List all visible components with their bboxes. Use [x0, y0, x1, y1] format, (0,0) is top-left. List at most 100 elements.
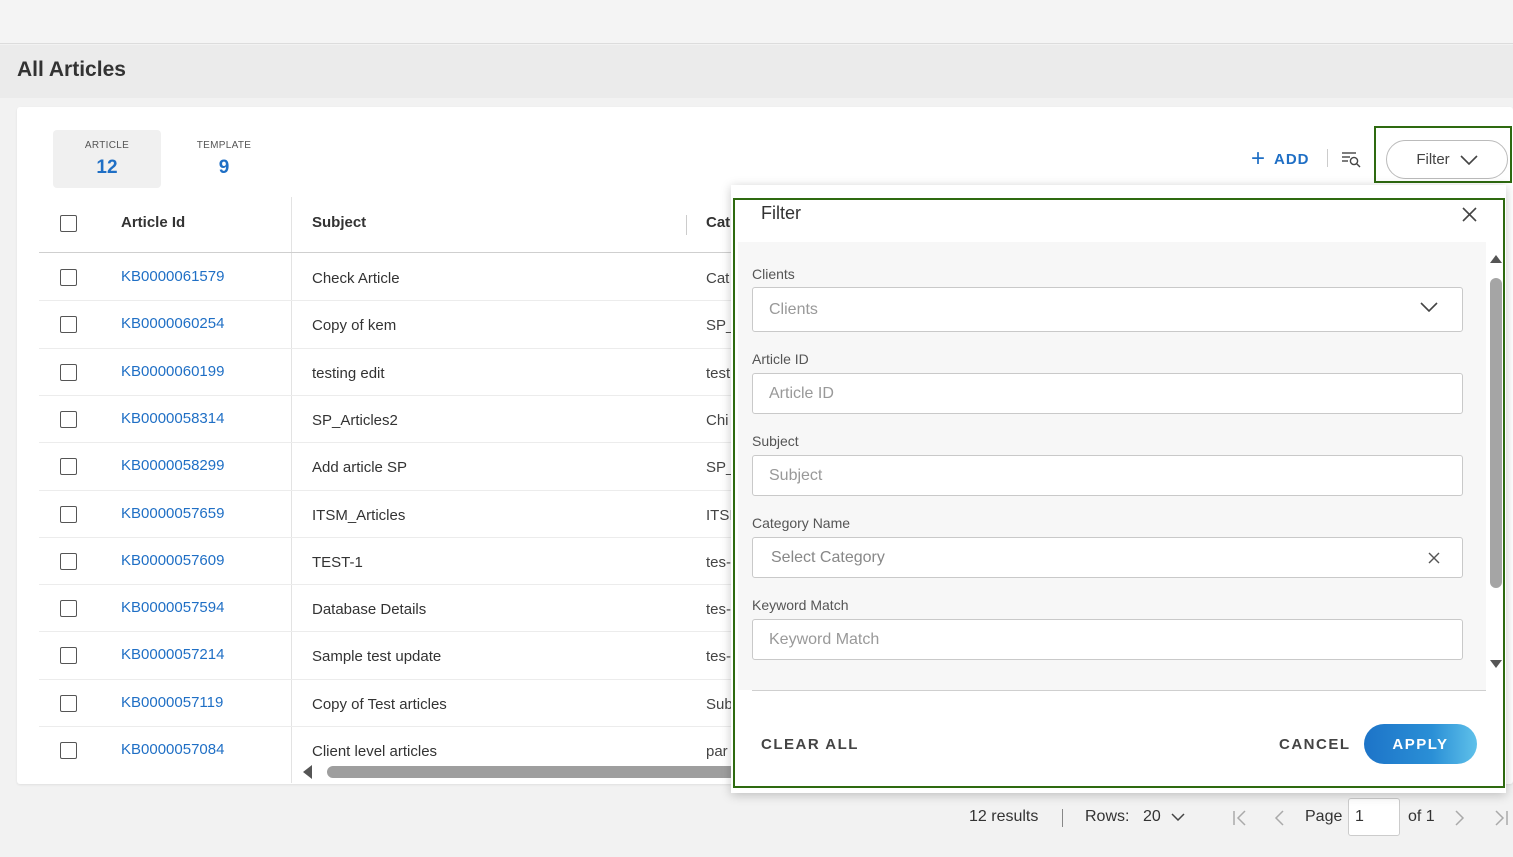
page-total: of 1: [1408, 808, 1435, 825]
subject-cell: Check Article: [312, 270, 400, 287]
article-id-link[interactable]: KB0000060199: [121, 363, 224, 380]
page-number-input[interactable]: 1: [1348, 798, 1400, 836]
row-checkbox[interactable]: [60, 647, 77, 664]
category-cell: SP_: [706, 317, 732, 334]
rows-per-page-value: 20: [1143, 808, 1161, 825]
clear-all-button[interactable]: CLEAR ALL: [761, 736, 859, 753]
clients-dropdown[interactable]: Clients: [752, 287, 1463, 332]
category-cell: tes-: [706, 554, 732, 571]
page-title: All Articles: [17, 58, 126, 81]
rows-per-page-select[interactable]: 20: [1143, 808, 1185, 826]
horizontal-scrollbar[interactable]: [327, 766, 737, 778]
last-page-icon[interactable]: [1493, 810, 1509, 826]
article-id-placeholder: Article ID: [769, 384, 834, 402]
row-checkbox[interactable]: [60, 742, 77, 759]
tab-article-count: 12: [96, 157, 118, 178]
row-checkbox[interactable]: [60, 411, 77, 428]
add-button[interactable]: + ADD: [1251, 145, 1310, 172]
close-icon[interactable]: [1461, 206, 1478, 223]
row-divider: [39, 631, 739, 632]
tab-template-label: TEMPLATE: [196, 140, 252, 151]
category-name-label: Category Name: [752, 515, 851, 531]
page-header: [0, 45, 1513, 98]
tab-article[interactable]: ARTICLE 12: [53, 130, 161, 188]
scroll-left-arrow[interactable]: [303, 765, 312, 779]
row-checkbox[interactable]: [60, 269, 77, 286]
row-checkbox[interactable]: [60, 316, 77, 333]
filter-button[interactable]: Filter: [1386, 140, 1508, 179]
toolbar-divider: [1327, 149, 1328, 167]
row-checkbox[interactable]: [60, 695, 77, 712]
subject-cell: Database Details: [312, 601, 427, 618]
first-page-icon[interactable]: [1232, 810, 1248, 826]
article-id-link[interactable]: KB0000060254: [121, 315, 224, 332]
category-placeholder: Select Category: [771, 548, 885, 566]
category-select[interactable]: Select Category: [752, 537, 1463, 578]
article-id-link[interactable]: KB0000057594: [121, 599, 224, 616]
tab-template[interactable]: TEMPLATE 9: [170, 130, 278, 188]
article-id-link[interactable]: KB0000057084: [121, 741, 224, 758]
previous-page-icon[interactable]: [1273, 810, 1285, 826]
article-id-input[interactable]: Article ID: [752, 373, 1463, 414]
row-checkbox[interactable]: [60, 553, 77, 570]
article-id-link[interactable]: KB0000061579: [121, 268, 224, 285]
row-divider: [39, 679, 739, 680]
subject-input[interactable]: Subject: [752, 455, 1463, 496]
subject-cell: TEST-1: [312, 554, 363, 571]
next-page-icon[interactable]: [1454, 810, 1466, 826]
header-category[interactable]: Cat: [706, 214, 730, 231]
subject-cell: SP_Articles2: [312, 412, 398, 429]
plus-icon: +: [1251, 145, 1267, 172]
row-checkbox[interactable]: [60, 506, 77, 523]
row-divider: [39, 348, 739, 349]
tab-template-count: 9: [218, 157, 230, 178]
category-cell: Cat: [706, 270, 730, 287]
row-divider: [39, 442, 739, 443]
keyword-placeholder: Keyword Match: [769, 630, 880, 648]
article-id-label: Article ID: [752, 351, 809, 367]
keyword-match-input[interactable]: Keyword Match: [752, 619, 1463, 660]
row-checkbox[interactable]: [60, 600, 77, 617]
scroll-up-arrow[interactable]: [1490, 255, 1502, 263]
article-id-link[interactable]: KB0000057659: [121, 505, 224, 522]
row-divider: [39, 537, 739, 538]
filter-button-label: Filter: [1416, 151, 1450, 168]
subject-cell: Copy of Test articles: [312, 696, 447, 713]
row-checkbox[interactable]: [60, 364, 77, 381]
category-cell: SP_: [706, 459, 732, 476]
header-article-id[interactable]: Article Id: [121, 214, 185, 231]
select-all-checkbox[interactable]: [60, 215, 77, 232]
list-search-icon[interactable]: [1340, 149, 1362, 169]
clients-placeholder: Clients: [769, 300, 818, 318]
pagination-divider: [1062, 809, 1063, 827]
article-id-link[interactable]: KB0000057119: [121, 694, 223, 711]
article-id-link[interactable]: KB0000057214: [121, 646, 224, 663]
chevron-down-icon: [1420, 302, 1438, 312]
results-count: 12 results: [969, 808, 1039, 825]
clear-icon[interactable]: [1428, 552, 1440, 564]
subject-label: Subject: [752, 433, 799, 449]
clients-label: Clients: [752, 266, 795, 282]
cancel-button[interactable]: CANCEL: [1279, 736, 1351, 753]
filter-scrollbar-thumb[interactable]: [1490, 278, 1502, 588]
row-divider: [39, 300, 739, 301]
scroll-down-arrow[interactable]: [1490, 660, 1502, 668]
keyword-match-label: Keyword Match: [752, 597, 849, 613]
column-resize-handle[interactable]: [686, 215, 687, 235]
article-id-link[interactable]: KB0000057609: [121, 552, 224, 569]
row-divider: [39, 584, 739, 585]
category-cell: Chi: [706, 412, 729, 429]
header-subject[interactable]: Subject: [312, 214, 366, 231]
subject-cell: ITSM_Articles: [312, 507, 406, 524]
subject-cell: testing edit: [312, 365, 385, 382]
header-divider: [39, 252, 739, 253]
subject-cell: Client level articles: [312, 743, 438, 760]
subject-placeholder: Subject: [769, 466, 823, 484]
chevron-down-icon: [1171, 813, 1185, 822]
row-checkbox[interactable]: [60, 458, 77, 475]
article-id-link[interactable]: KB0000058299: [121, 457, 224, 474]
apply-button[interactable]: APPLY: [1364, 724, 1477, 764]
top-bar: [0, 0, 1513, 44]
filter-footer-divider: [752, 690, 1486, 691]
article-id-link[interactable]: KB0000058314: [121, 410, 224, 427]
